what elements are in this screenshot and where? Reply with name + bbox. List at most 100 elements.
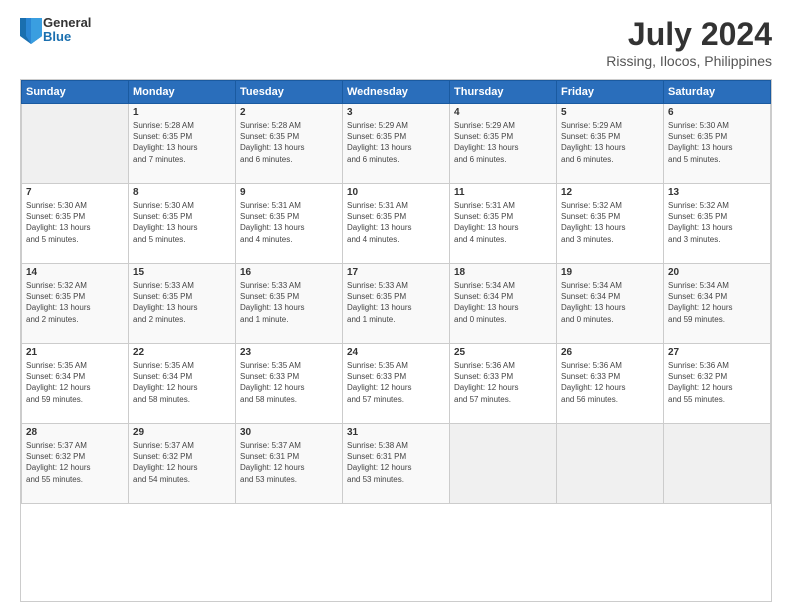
day-info: Sunrise: 5:35 AM Sunset: 6:33 PM Dayligh… (347, 360, 445, 405)
calendar-cell (450, 424, 557, 504)
calendar-cell (22, 104, 129, 184)
calendar-cell: 11 Sunrise: 5:31 AM Sunset: 6:35 PM Dayli… (450, 184, 557, 264)
calendar-cell: 4 Sunrise: 5:29 AM Sunset: 6:35 PM Daylig… (450, 104, 557, 184)
day-info: Sunrise: 5:33 AM Sunset: 6:35 PM Dayligh… (240, 280, 338, 325)
calendar-week-row: 7 Sunrise: 5:30 AM Sunset: 6:35 PM Daylig… (22, 184, 771, 264)
logo-general: General (43, 16, 91, 30)
calendar-body: 1 Sunrise: 5:28 AM Sunset: 6:35 PM Daylig… (22, 104, 771, 504)
day-number: 16 (240, 267, 338, 278)
calendar-cell: 5Sunrise: 5:29 AM Sunset: 6:35 PM Daylig… (557, 104, 664, 184)
day-info: Sunrise: 5:32 AM Sunset: 6:35 PM Dayligh… (668, 200, 766, 245)
calendar-cell: 27 Sunrise: 5:36 AM Sunset: 6:32 PM Dayli… (664, 344, 771, 424)
day-number: 7 (26, 187, 124, 198)
calendar-cell: 18Sunrise: 5:34 AM Sunset: 6:34 PM Dayli… (450, 264, 557, 344)
calendar-cell: 6 Sunrise: 5:30 AM Sunset: 6:35 PM Daylig… (664, 104, 771, 184)
day-info: Sunrise: 5:34 AM Sunset: 6:34 PM Dayligh… (454, 280, 552, 325)
day-info: Sunrise: 5:30 AM Sunset: 6:35 PM Dayligh… (26, 200, 124, 245)
weekday-header: Wednesday (343, 81, 450, 104)
day-number: 24 (347, 347, 445, 358)
day-number: 13 (668, 187, 766, 198)
logo: General Blue (20, 16, 91, 45)
weekday-header: Tuesday (236, 81, 343, 104)
calendar-cell: 20 Sunrise: 5:34 AM Sunset: 6:34 PM Dayli… (664, 264, 771, 344)
calendar-cell (664, 424, 771, 504)
calendar-cell: 31Sunrise: 5:38 AM Sunset: 6:31 PM Dayli… (343, 424, 450, 504)
calendar-cell: 23 Sunrise: 5:35 AM Sunset: 6:33 PM Dayli… (236, 344, 343, 424)
calendar-cell: 28 Sunrise: 5:37 AM Sunset: 6:32 PM Dayli… (22, 424, 129, 504)
calendar-cell: 16 Sunrise: 5:33 AM Sunset: 6:35 PM Dayli… (236, 264, 343, 344)
day-number: 23 (240, 347, 338, 358)
calendar-week-row: 14 Sunrise: 5:32 AM Sunset: 6:35 PM Dayli… (22, 264, 771, 344)
day-info: Sunrise: 5:32 AM Sunset: 6:35 PM Dayligh… (561, 200, 659, 245)
day-number: 2 (240, 107, 338, 118)
day-info: Sunrise: 5:28 AM Sunset: 6:35 PM Dayligh… (240, 120, 338, 165)
day-number: 29 (133, 427, 231, 438)
day-number: 12 (561, 187, 659, 198)
day-number: 3 (347, 107, 445, 118)
calendar-cell: 17 Sunrise: 5:33 AM Sunset: 6:35 PM Dayli… (343, 264, 450, 344)
weekday-header: Thursday (450, 81, 557, 104)
day-info: Sunrise: 5:35 AM Sunset: 6:34 PM Dayligh… (133, 360, 231, 405)
weekday-header: Saturday (664, 81, 771, 104)
day-info: Sunrise: 5:37 AM Sunset: 6:32 PM Dayligh… (26, 440, 124, 485)
calendar-header: SundayMondayTuesdayWednesdayThursdayFrid… (22, 81, 771, 104)
day-info: Sunrise: 5:34 AM Sunset: 6:34 PM Dayligh… (668, 280, 766, 325)
calendar-cell: 22Sunrise: 5:35 AM Sunset: 6:34 PM Dayli… (129, 344, 236, 424)
day-info: Sunrise: 5:36 AM Sunset: 6:33 PM Dayligh… (561, 360, 659, 405)
day-info: Sunrise: 5:37 AM Sunset: 6:31 PM Dayligh… (240, 440, 338, 485)
day-info: Sunrise: 5:37 AM Sunset: 6:32 PM Dayligh… (133, 440, 231, 485)
calendar-cell: 3Sunrise: 5:29 AM Sunset: 6:35 PM Daylig… (343, 104, 450, 184)
day-number: 30 (240, 427, 338, 438)
calendar-cell: 9Sunrise: 5:31 AM Sunset: 6:35 PM Daylig… (236, 184, 343, 264)
calendar-cell: 30 Sunrise: 5:37 AM Sunset: 6:31 PM Dayli… (236, 424, 343, 504)
calendar-cell: 21 Sunrise: 5:35 AM Sunset: 6:34 PM Dayli… (22, 344, 129, 424)
calendar-week-row: 28 Sunrise: 5:37 AM Sunset: 6:32 PM Dayli… (22, 424, 771, 504)
day-number: 14 (26, 267, 124, 278)
day-number: 1 (133, 107, 231, 118)
day-number: 10 (347, 187, 445, 198)
day-number: 4 (454, 107, 552, 118)
day-number: 17 (347, 267, 445, 278)
day-info: Sunrise: 5:31 AM Sunset: 6:35 PM Dayligh… (347, 200, 445, 245)
day-number: 21 (26, 347, 124, 358)
day-number: 8 (133, 187, 231, 198)
day-number: 15 (133, 267, 231, 278)
day-info: Sunrise: 5:38 AM Sunset: 6:31 PM Dayligh… (347, 440, 445, 485)
day-number: 26 (561, 347, 659, 358)
day-info: Sunrise: 5:33 AM Sunset: 6:35 PM Dayligh… (133, 280, 231, 325)
page-title: July 2024 (606, 16, 772, 53)
logo-blue: Blue (43, 30, 91, 44)
day-info: Sunrise: 5:31 AM Sunset: 6:35 PM Dayligh… (454, 200, 552, 245)
calendar-cell: 2 Sunrise: 5:28 AM Sunset: 6:35 PM Daylig… (236, 104, 343, 184)
calendar-cell: 29 Sunrise: 5:37 AM Sunset: 6:32 PM Dayli… (129, 424, 236, 504)
day-number: 5 (561, 107, 659, 118)
day-info: Sunrise: 5:35 AM Sunset: 6:33 PM Dayligh… (240, 360, 338, 405)
calendar-week-row: 1 Sunrise: 5:28 AM Sunset: 6:35 PM Daylig… (22, 104, 771, 184)
day-number: 11 (454, 187, 552, 198)
calendar: SundayMondayTuesdayWednesdayThursdayFrid… (20, 79, 772, 602)
day-info: Sunrise: 5:35 AM Sunset: 6:34 PM Dayligh… (26, 360, 124, 405)
calendar-table: SundayMondayTuesdayWednesdayThursdayFrid… (21, 80, 771, 504)
day-number: 27 (668, 347, 766, 358)
header: General Blue July 2024 Rissing, Ilocos, … (20, 16, 772, 69)
day-number: 6 (668, 107, 766, 118)
day-info: Sunrise: 5:29 AM Sunset: 6:35 PM Dayligh… (454, 120, 552, 165)
calendar-cell: 25Sunrise: 5:36 AM Sunset: 6:33 PM Dayli… (450, 344, 557, 424)
day-info: Sunrise: 5:31 AM Sunset: 6:35 PM Dayligh… (240, 200, 338, 245)
weekday-header: Sunday (22, 81, 129, 104)
day-info: Sunrise: 5:33 AM Sunset: 6:35 PM Dayligh… (347, 280, 445, 325)
day-info: Sunrise: 5:30 AM Sunset: 6:35 PM Dayligh… (668, 120, 766, 165)
day-number: 19 (561, 267, 659, 278)
calendar-week-row: 21 Sunrise: 5:35 AM Sunset: 6:34 PM Dayli… (22, 344, 771, 424)
day-number: 20 (668, 267, 766, 278)
calendar-cell: 1 Sunrise: 5:28 AM Sunset: 6:35 PM Daylig… (129, 104, 236, 184)
day-info: Sunrise: 5:36 AM Sunset: 6:32 PM Dayligh… (668, 360, 766, 405)
day-info: Sunrise: 5:30 AM Sunset: 6:35 PM Dayligh… (133, 200, 231, 245)
day-number: 28 (26, 427, 124, 438)
day-info: Sunrise: 5:32 AM Sunset: 6:35 PM Dayligh… (26, 280, 124, 325)
weekday-header: Monday (129, 81, 236, 104)
calendar-cell: 7 Sunrise: 5:30 AM Sunset: 6:35 PM Daylig… (22, 184, 129, 264)
day-info: Sunrise: 5:28 AM Sunset: 6:35 PM Dayligh… (133, 120, 231, 165)
page-subtitle: Rissing, Ilocos, Philippines (606, 53, 772, 69)
weekday-row: SundayMondayTuesdayWednesdayThursdayFrid… (22, 81, 771, 104)
